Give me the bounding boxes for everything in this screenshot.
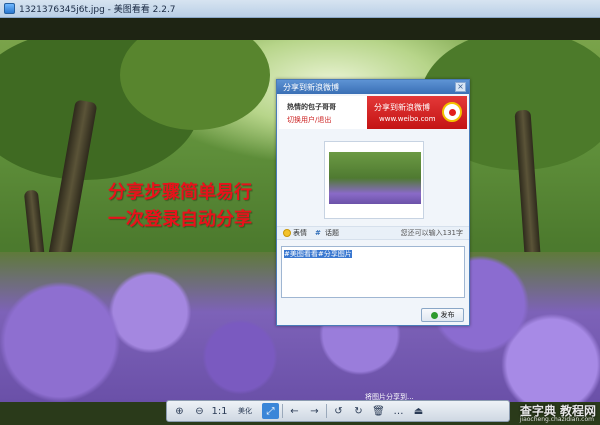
top-border: [0, 18, 600, 40]
rotate-left-icon[interactable]: ↺: [330, 403, 347, 419]
eject-icon[interactable]: ⏏: [410, 403, 427, 419]
delete-icon[interactable]: 🗑: [370, 403, 387, 419]
weibo-logo-icon: [442, 102, 462, 122]
window-titlebar: 1321376345j6t.jpg - 美图看看 2.2.7: [0, 0, 600, 18]
toolbar-divider: [282, 404, 283, 418]
weibo-banner: 热情的包子哥哥 切换用户/退出 分享到新浪微博 www.weibo.com: [279, 96, 467, 129]
char-remaining: 您还可以输入131字: [400, 229, 463, 237]
share-text-value: #美图看看#分享图片: [284, 250, 352, 258]
publish-arrow-icon: [430, 311, 438, 319]
overlay-text-line1: 分享步骤简单易行: [108, 182, 252, 203]
zoom-out-icon[interactable]: ⊖: [191, 403, 208, 419]
close-icon[interactable]: ×: [455, 82, 466, 92]
switch-user-link[interactable]: 切换用户/退出: [287, 115, 331, 125]
app-icon: [4, 3, 15, 14]
dialog-title: 分享到新浪微博: [283, 82, 339, 92]
fit-screen-icon[interactable]: ⤢: [262, 403, 279, 419]
rotate-right-icon[interactable]: ↻: [350, 403, 367, 419]
dialog-titlebar: 分享到新浪微博 ×: [277, 80, 469, 94]
next-icon[interactable]: →: [306, 403, 323, 419]
publish-button[interactable]: 发布: [421, 308, 464, 322]
beautify-button[interactable]: 美化: [231, 403, 259, 419]
image-preview-frame: [324, 141, 424, 219]
emoji-button-label[interactable]: 表情: [293, 228, 307, 238]
publish-label: 发布: [440, 311, 455, 319]
previous-icon[interactable]: ←: [286, 403, 303, 419]
topic-icon[interactable]: #: [315, 229, 323, 237]
service-title: 分享到新浪微博: [374, 103, 430, 112]
user-name: 热情的包子哥哥: [287, 103, 336, 111]
service-url: www.weibo.com: [379, 115, 436, 123]
more-icon[interactable]: …: [390, 403, 407, 419]
topic-button-label[interactable]: 话题: [325, 228, 339, 238]
window-title: 1321376345j6t.jpg - 美图看看 2.2.7: [19, 5, 176, 15]
image-thumbnail: [329, 152, 421, 204]
watermark-url: jiaocheng.chazidian.com: [519, 416, 594, 423]
share-text-input[interactable]: #美图看看#分享图片: [281, 246, 465, 298]
composer-toolbar: 表情 # 话题 您还可以输入131字: [277, 226, 469, 240]
zoom-in-icon[interactable]: ⊕: [171, 403, 188, 419]
emoji-icon[interactable]: [283, 229, 291, 237]
viewer-toolbar: ⊕ ⊖ 1:1 美化 ⤢ ← → ↺ ↻ 🗑 … ⏏: [166, 400, 510, 422]
share-dialog: 分享到新浪微博 × 热情的包子哥哥 切换用户/退出 分享到新浪微博 www.we…: [276, 79, 470, 326]
overlay-text-line2: 一次登录自动分享: [108, 209, 252, 230]
actual-size-button[interactable]: 1:1: [211, 403, 228, 419]
toolbar-divider: [326, 404, 327, 418]
